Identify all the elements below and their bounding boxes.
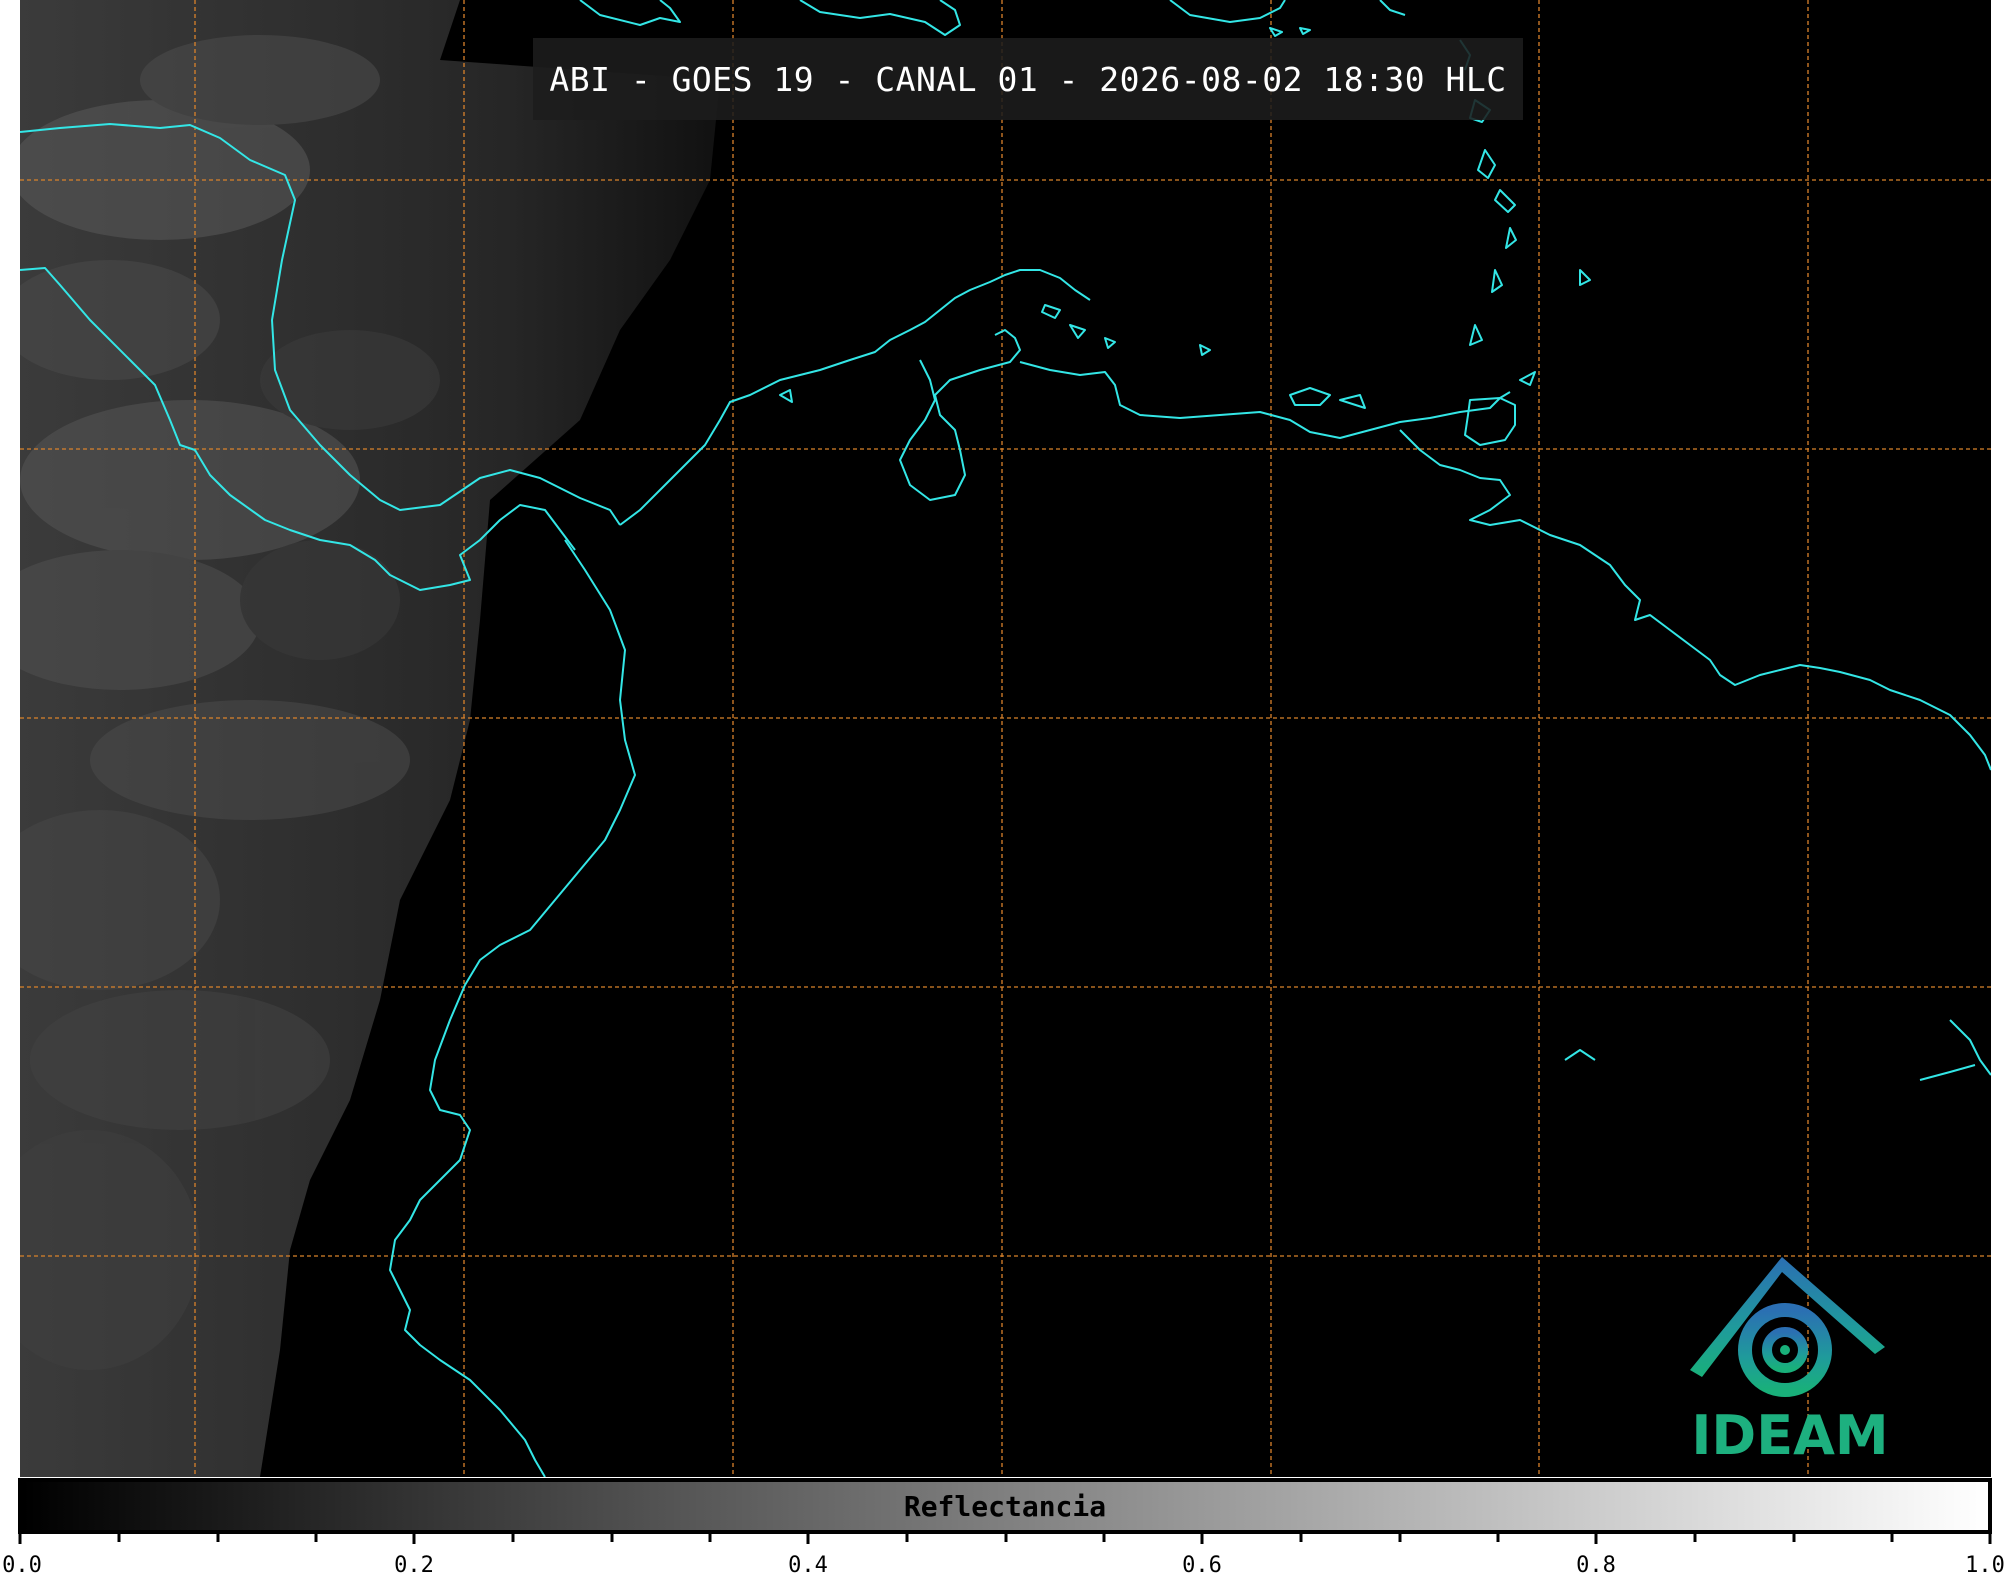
map-title: ABI - GOES 19 - CANAL 01 - 2026-08-02 18… (549, 59, 1507, 99)
map-title-box: ABI - GOES 19 - CANAL 01 - 2026-08-02 18… (533, 38, 1523, 120)
ideam-emblem-icon (1690, 1257, 1885, 1397)
colorbar-tick-label: 0.2 (394, 1553, 434, 1577)
colorbar-tick-label: 0.4 (788, 1553, 828, 1577)
satellite-map: ABI - GOES 19 - CANAL 01 - 2026-08-02 18… (20, 0, 1991, 1477)
colorbar: Reflectancia (18, 1478, 1992, 1534)
colorbar-tick-label: 1.0 (1965, 1553, 2005, 1577)
ideam-logo-icon: IDEAM (1670, 1252, 1910, 1472)
satellite-image-page: ABI - GOES 19 - CANAL 01 - 2026-08-02 18… (0, 0, 2011, 1577)
colorbar-ticks (18, 1534, 1992, 1544)
colorbar-tick-label: 0.6 (1182, 1553, 1222, 1577)
ideam-logo-text: IDEAM (1691, 1404, 1889, 1467)
colorbar-label: Reflectancia (903, 1489, 1107, 1523)
colorbar-tick-label: 0.8 (1576, 1553, 1616, 1577)
colorbar-tick-label: 0.0 (2, 1553, 42, 1577)
